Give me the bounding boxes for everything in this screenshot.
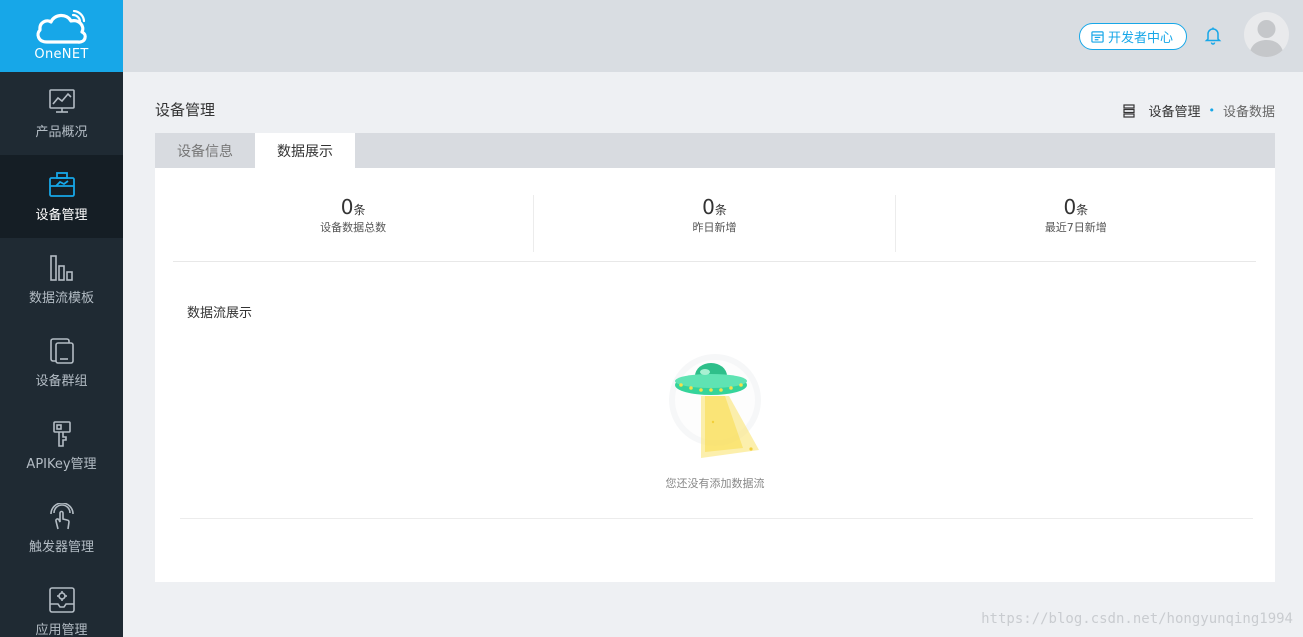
stat-label: 昨日新增 (692, 221, 737, 234)
sidebar-item-device-group[interactable]: 设备群组 (0, 321, 123, 404)
list-icon (1123, 103, 1136, 118)
calendar-icon (1091, 31, 1104, 43)
bell-icon[interactable] (1203, 25, 1223, 45)
key-icon (48, 420, 76, 448)
datastream-section-title: 数据流展示 (187, 306, 253, 321)
cloud-logo-icon (35, 10, 87, 44)
onenet-logo[interactable]: OneNET (0, 0, 123, 72)
stat-value: 0 (340, 195, 354, 219)
breadcrumb-separator: • (1208, 104, 1215, 117)
sidebar-item-product-overview[interactable]: 产品概况 (0, 72, 123, 155)
developer-center-button[interactable]: 开发者中心 (1078, 23, 1187, 50)
stat-label: 最近7日新增 (1044, 221, 1107, 234)
sidebar-item-label: 应用管理 (35, 622, 88, 637)
sidebar-item-datastream-template[interactable]: 数据流模板 (0, 238, 123, 321)
sidebar-item-device-management[interactable]: 设备管理 (0, 155, 123, 238)
logo-text: OneNET (34, 47, 89, 62)
sidebar-item-app-management[interactable]: 应用管理 (0, 570, 123, 637)
tab-device-info[interactable]: 设备信息 (155, 133, 255, 168)
sidebar-item-label: 设备管理 (35, 207, 88, 223)
sidebar-item-apikey[interactable]: APIKey管理 (0, 404, 123, 487)
stat-value: 0 (1063, 195, 1077, 219)
tab-data-display[interactable]: 数据展示 (255, 133, 355, 168)
top-bar: 开发者中心 (123, 0, 1303, 72)
breadcrumb: 设备管理 • 设备数据 (1122, 101, 1275, 120)
sidebar-item-label: 设备群组 (35, 373, 88, 389)
stat-unit: 条 (1076, 203, 1089, 217)
touch-trigger-icon (48, 502, 76, 531)
watermark: https://blog.csdn.net/hongyunqing1994 (981, 611, 1293, 627)
breadcrumb-current: 设备数据 (1222, 105, 1275, 120)
sidebar-item-label: APIKey管理 (26, 456, 97, 472)
stat-yesterday: 0条 昨日新增 (534, 195, 896, 252)
ufo-empty-icon (669, 354, 761, 458)
sidebar-item-trigger[interactable]: 触发器管理 (0, 487, 123, 570)
toolbox-icon (48, 171, 76, 199)
app-gear-icon (48, 586, 76, 614)
sidebar-item-label: 数据流模板 (28, 290, 94, 306)
stat-label: 设备数据总数 (320, 221, 387, 234)
sidebar: OneNET 产品概况 设备管理 数据流模板 设备群组 APIKey管理 触发器… (0, 0, 123, 637)
user-avatar-icon[interactable] (1244, 12, 1289, 57)
page-title: 设备管理 (155, 101, 216, 119)
stat-value: 0 (702, 195, 715, 219)
breadcrumb-parent[interactable]: 设备管理 (1148, 101, 1200, 120)
stat-last-7-days: 0条 最近7日新增 (896, 195, 1256, 252)
sidebar-item-label: 产品概况 (35, 124, 88, 140)
divider (180, 518, 1253, 519)
tab-bar: 设备信息 数据展示 (155, 133, 1275, 168)
device-data-card: 设备信息 数据展示 0条 设备数据总数 0条 昨日新增 0条 最近7日新增 数据… (155, 133, 1275, 582)
stats-row: 0条 设备数据总数 0条 昨日新增 0条 最近7日新增 (173, 195, 1256, 262)
device-group-icon (48, 337, 76, 365)
stat-total: 0条 设备数据总数 (173, 195, 535, 252)
empty-datastream-text: 您还没有添加数据流 (665, 477, 765, 490)
developer-center-label: 开发者中心 (1107, 31, 1173, 46)
sidebar-item-label: 触发器管理 (28, 539, 94, 555)
stat-unit: 条 (353, 203, 366, 217)
chart-line-icon (48, 88, 76, 116)
bar-columns-icon (48, 254, 76, 282)
stat-unit: 条 (714, 203, 727, 217)
